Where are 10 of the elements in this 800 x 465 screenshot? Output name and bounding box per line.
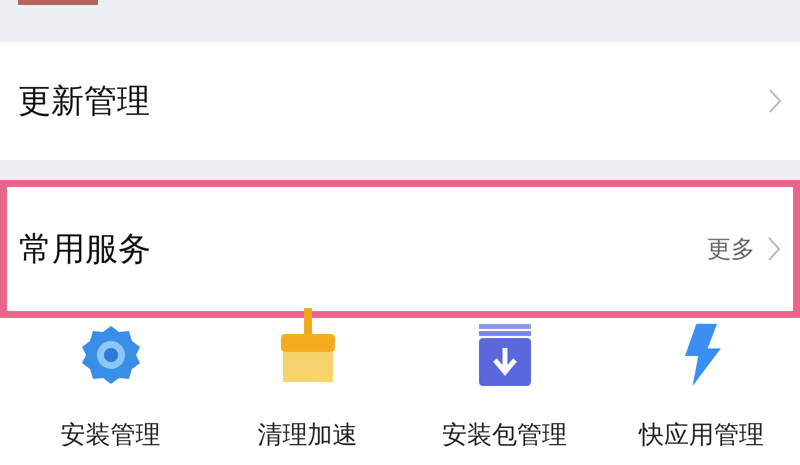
service-label[interactable]: 安装包管理 <box>442 418 567 451</box>
row-title: 常用服务 <box>19 228 151 270</box>
service-label[interactable]: 快应用管理 <box>639 418 764 451</box>
chevron-right-icon <box>768 88 782 114</box>
service-label[interactable]: 清理加速 <box>258 418 358 451</box>
more-link[interactable]: 更多 <box>707 233 755 265</box>
service-label[interactable]: 安装管理 <box>60 418 160 451</box>
chevron-right-icon <box>767 236 781 262</box>
row-title: 更新管理 <box>18 80 150 122</box>
highlighted-row[interactable]: 常用服务 更多 <box>0 180 800 318</box>
